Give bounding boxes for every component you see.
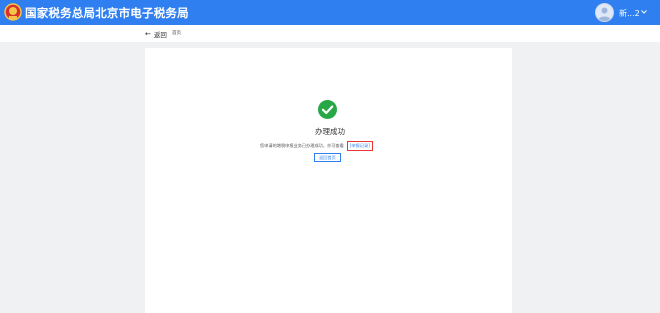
result-message-text: 您申请的增税申报业务已办理成功，亦可查看 [260,143,344,148]
tax-emblem-icon [4,3,22,21]
user-name[interactable]: 新...2 [619,8,640,19]
navigation-bar [0,25,660,42]
arrow-left-icon: ← [145,30,151,38]
result-title: 办理成功 [315,127,345,136]
back-button[interactable]: ← 返回 [145,29,167,39]
chevron-down-icon[interactable] [640,8,648,16]
result-message: 您申请的增税申报业务已办理成功，亦可查看 [申报记录] [260,141,373,151]
top-header: 国家税务总局北京市电子税务局 新...2 [0,0,660,25]
check-circle-icon [318,100,337,119]
back-label: 返回 [153,31,167,39]
declaration-record-link[interactable]: [申报记录] [346,141,373,151]
return-home-button[interactable]: 返回首页 [314,153,341,162]
breadcrumb[interactable]: 首页 [172,30,181,36]
user-avatar-icon[interactable] [595,3,614,22]
result-card [145,48,512,313]
site-title: 国家税务总局北京市电子税务局 [25,6,189,20]
